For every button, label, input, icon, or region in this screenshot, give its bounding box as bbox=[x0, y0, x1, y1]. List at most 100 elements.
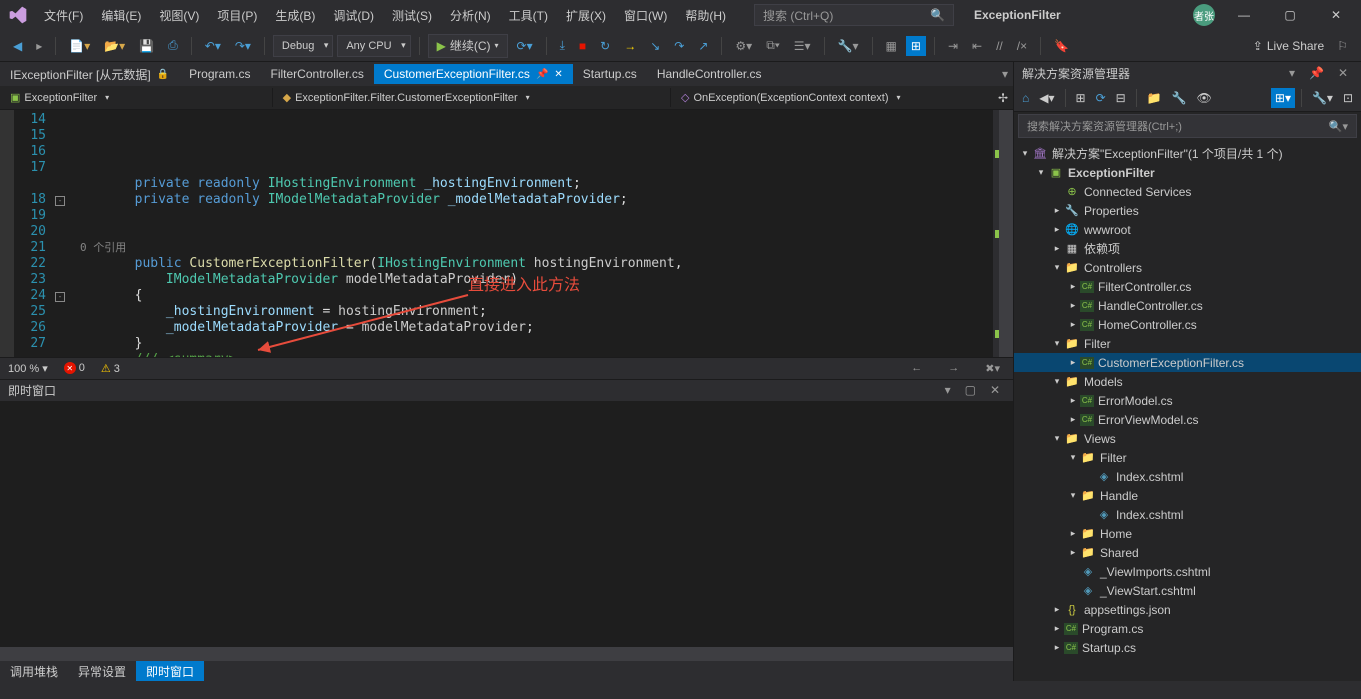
user-avatar[interactable]: 者张 bbox=[1193, 4, 1215, 26]
panel-dropdown-button[interactable]: ▾ bbox=[940, 380, 956, 400]
tree-node[interactable]: ▾📁Filter bbox=[1014, 448, 1361, 467]
tree-toggle-icon[interactable]: ▸ bbox=[1066, 547, 1080, 558]
document-tab[interactable]: IExceptionFilter [从元数据] 🔒 bbox=[0, 63, 179, 86]
sol-close-button[interactable]: ✕ bbox=[1333, 63, 1353, 83]
sol-back-button[interactable]: ◀▾ bbox=[1035, 88, 1058, 108]
menu-item-项目[interactable]: 项目(P) bbox=[209, 3, 265, 28]
box1-button[interactable]: ▦ bbox=[881, 36, 902, 56]
document-tab[interactable]: Program.cs bbox=[179, 64, 260, 84]
warning-count[interactable]: ⚠3 bbox=[101, 362, 120, 375]
sol-preview-button[interactable]: 👁 bbox=[1193, 88, 1216, 108]
sol-wrench-button[interactable]: 🔧▾ bbox=[1308, 88, 1337, 108]
outdent-button[interactable]: ⇤ bbox=[967, 36, 987, 56]
indent-button[interactable]: ⇥ bbox=[943, 36, 963, 56]
code-editor[interactable]: ➜ 14151617 18192021222324252627 28293031… bbox=[0, 110, 1013, 357]
thread-dropdown[interactable]: ⧉▾ bbox=[761, 35, 785, 56]
menu-item-工具[interactable]: 工具(T) bbox=[501, 3, 556, 28]
tree-toggle-icon[interactable]: ▾ bbox=[1018, 148, 1032, 159]
tools-button[interactable]: 🔧▾ bbox=[833, 36, 864, 56]
sol-pin-button[interactable]: 📌 bbox=[1304, 63, 1329, 83]
tree-toggle-icon[interactable]: ▾ bbox=[1050, 338, 1064, 349]
step-out-button[interactable]: ↗ bbox=[693, 36, 713, 56]
tree-toggle-icon[interactable]: ▸ bbox=[1050, 642, 1064, 653]
tree-node[interactable]: ◈Index.cshtml bbox=[1014, 467, 1361, 486]
global-search-input[interactable]: 搜索 (Ctrl+Q) 🔍 bbox=[754, 4, 954, 26]
error-count[interactable]: ✕0 bbox=[64, 362, 85, 375]
tab-overflow-button[interactable]: ▾ bbox=[997, 64, 1013, 84]
tree-toggle-icon[interactable]: ▸ bbox=[1050, 243, 1064, 254]
nav-project-dropdown[interactable]: ▣ ExceptionFilter bbox=[0, 88, 273, 107]
tree-node[interactable]: ◈_ViewImports.cshtml bbox=[1014, 562, 1361, 581]
tree-toggle-icon[interactable]: ▸ bbox=[1066, 357, 1080, 368]
tree-toggle-icon[interactable]: ▸ bbox=[1066, 414, 1080, 425]
breakpoint-margin[interactable]: ➜ bbox=[0, 110, 14, 357]
sol-sync-button[interactable]: ⊞ bbox=[1072, 88, 1090, 108]
menu-item-文件[interactable]: 文件(F) bbox=[36, 3, 91, 28]
close-button[interactable]: ✕ bbox=[1319, 4, 1353, 26]
code-content[interactable]: 直接进入此方法 private readonly IHostingEnviron… bbox=[68, 110, 993, 357]
maximize-button[interactable]: ▢ bbox=[1273, 4, 1307, 26]
nav-next-button[interactable]: → bbox=[943, 359, 964, 377]
sol-dropdown-button[interactable]: ▾ bbox=[1284, 63, 1300, 83]
tree-node[interactable]: ▸C#HandleController.cs bbox=[1014, 296, 1361, 315]
sol-home-button[interactable]: ⌂ bbox=[1018, 88, 1033, 108]
tree-node[interactable]: ▸C#Startup.cs bbox=[1014, 638, 1361, 657]
sol-showall-button[interactable]: 📁 bbox=[1143, 88, 1166, 108]
undo-button[interactable]: ↶▾ bbox=[200, 36, 226, 56]
tree-node[interactable]: ◈_ViewStart.cshtml bbox=[1014, 581, 1361, 600]
sol-collapse-button[interactable]: ⊟ bbox=[1112, 88, 1130, 108]
clear-button[interactable]: ✖▾ bbox=[980, 359, 1005, 378]
menu-item-生成[interactable]: 生成(B) bbox=[267, 3, 323, 28]
bookmark-button[interactable]: 🔖 bbox=[1049, 36, 1074, 56]
tree-toggle-icon[interactable]: ▾ bbox=[1050, 376, 1064, 387]
document-tab[interactable]: CustomerExceptionFilter.cs 📌 ✕ bbox=[374, 64, 573, 84]
tree-node[interactable]: ▸C#CustomerExceptionFilter.cs bbox=[1014, 353, 1361, 372]
panel-close-button[interactable]: ✕ bbox=[985, 380, 1005, 400]
platform-dropdown[interactable]: Any CPU bbox=[337, 35, 410, 57]
sol-view-button[interactable]: ⊞▾ bbox=[1271, 88, 1295, 108]
tree-node[interactable]: ▾▣ExceptionFilter bbox=[1014, 163, 1361, 182]
tree-node[interactable]: ▸🌐wwwroot bbox=[1014, 220, 1361, 239]
tree-toggle-icon[interactable]: ▾ bbox=[1066, 452, 1080, 463]
tree-toggle-icon[interactable]: ▸ bbox=[1050, 604, 1064, 615]
step-over-button[interactable]: ↷ bbox=[669, 36, 689, 56]
nav-back-button[interactable]: ◀ bbox=[8, 36, 27, 56]
document-tab[interactable]: Startup.cs bbox=[573, 64, 647, 84]
save-button[interactable]: 💾 bbox=[134, 36, 159, 56]
bottom-tab[interactable]: 调用堆栈 bbox=[0, 661, 68, 681]
step-into-button[interactable]: ⤓ bbox=[555, 35, 570, 56]
uncomment-button[interactable]: /× bbox=[1012, 36, 1032, 56]
document-tab[interactable]: FilterController.cs bbox=[261, 64, 374, 84]
solution-tree[interactable]: ▾🏛解决方案"ExceptionFilter"(1 个项目/共 1 个)▾▣Ex… bbox=[1014, 140, 1361, 681]
solution-search-input[interactable]: 搜索解决方案资源管理器(Ctrl+;) 🔍▾ bbox=[1018, 114, 1357, 138]
tree-toggle-icon[interactable]: ▸ bbox=[1066, 300, 1080, 311]
tree-node[interactable]: ▾📁Controllers bbox=[1014, 258, 1361, 277]
bottom-tab[interactable]: 异常设置 bbox=[68, 661, 136, 681]
tree-node[interactable]: ▾🏛解决方案"ExceptionFilter"(1 个项目/共 1 个) bbox=[1014, 144, 1361, 163]
nav-class-dropdown[interactable]: ◆ ExceptionFilter.Filter.CustomerExcepti… bbox=[273, 88, 671, 107]
sol-refresh-button[interactable]: ⟳ bbox=[1092, 88, 1110, 108]
redo-button[interactable]: ↷▾ bbox=[230, 36, 256, 56]
fold-margin[interactable]: ----- bbox=[54, 110, 68, 357]
config-dropdown[interactable]: Debug bbox=[273, 35, 333, 57]
tree-node[interactable]: ▾📁Models bbox=[1014, 372, 1361, 391]
tree-node[interactable]: ▾📁Views bbox=[1014, 429, 1361, 448]
tree-node[interactable]: ▸🔧Properties bbox=[1014, 201, 1361, 220]
tree-node[interactable]: ◈Index.cshtml bbox=[1014, 505, 1361, 524]
tree-toggle-icon[interactable]: ▸ bbox=[1066, 319, 1080, 330]
next-statement-button[interactable]: → bbox=[619, 36, 641, 56]
sol-filter-button[interactable]: ⊡ bbox=[1339, 88, 1357, 108]
pin-icon[interactable]: 📌 bbox=[536, 69, 548, 80]
tree-toggle-icon[interactable]: ▾ bbox=[1050, 262, 1064, 273]
close-tab-button[interactable]: ✕ bbox=[554, 69, 562, 80]
minimize-button[interactable]: — bbox=[1227, 4, 1261, 26]
continue-button[interactable]: ▶ 继续(C) ▾ bbox=[428, 34, 508, 58]
tree-node[interactable]: ▸📁Home bbox=[1014, 524, 1361, 543]
immediate-window-content[interactable] bbox=[0, 401, 1013, 648]
zoom-level[interactable]: 100 % ▾ bbox=[8, 362, 48, 375]
tree-toggle-icon[interactable]: ▸ bbox=[1050, 205, 1064, 216]
step-in-button[interactable]: ↘ bbox=[645, 36, 665, 56]
bottom-tab[interactable]: 即时窗口 bbox=[136, 661, 204, 681]
live-share-button[interactable]: ⇪ Live Share bbox=[1253, 39, 1324, 53]
refresh-button[interactable]: ⟳▾ bbox=[512, 36, 538, 56]
